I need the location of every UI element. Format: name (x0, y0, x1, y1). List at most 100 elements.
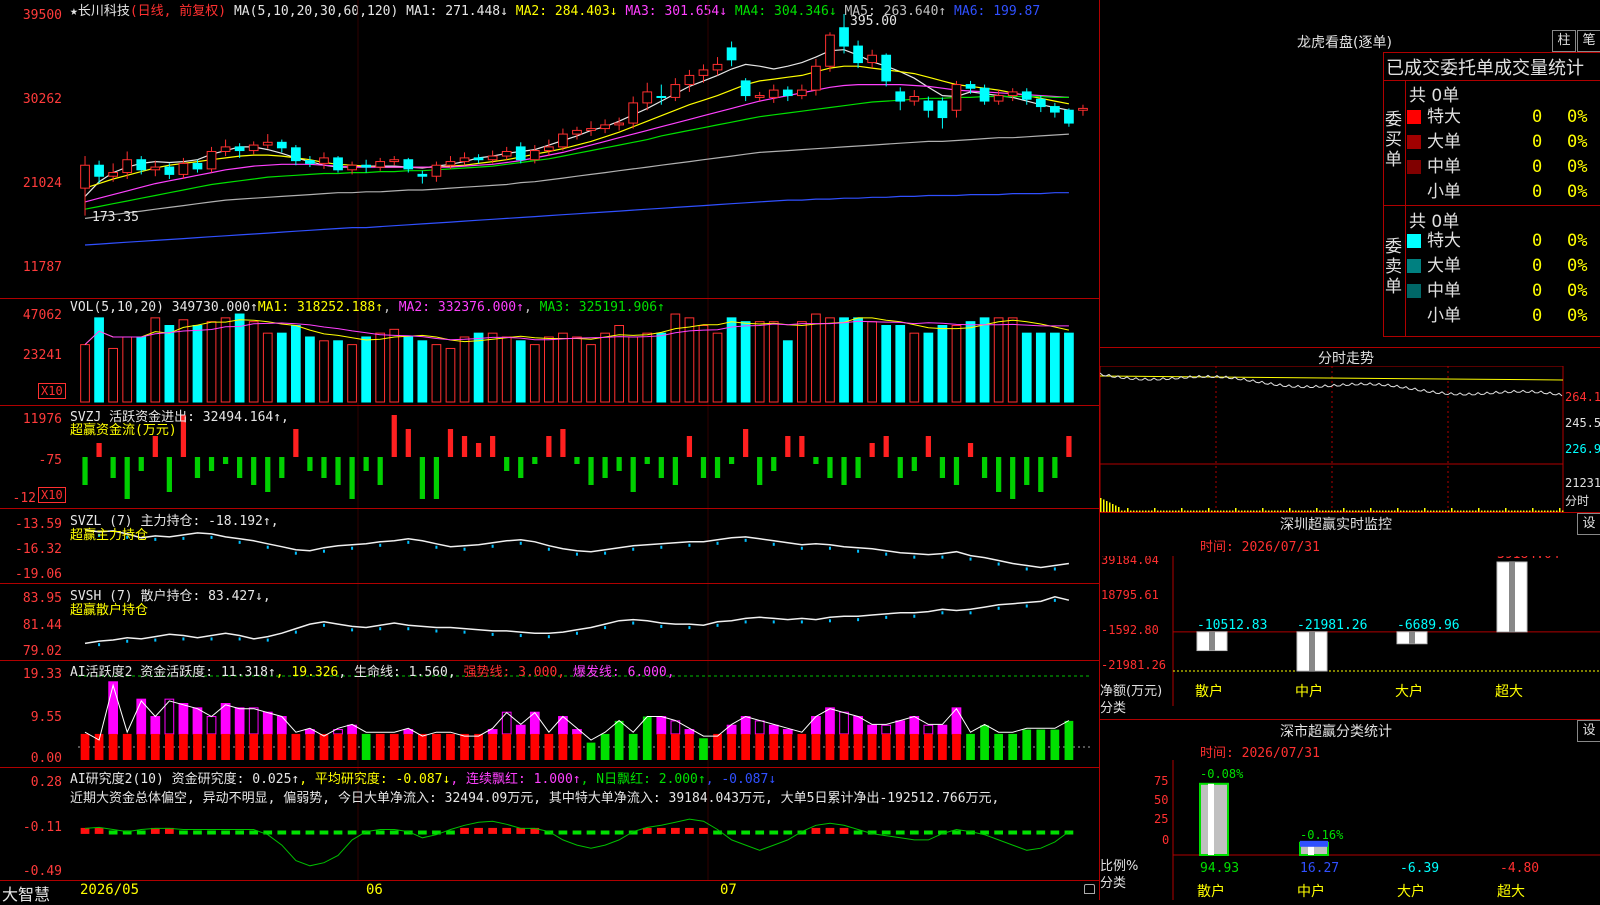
svzl-sub: 超赢主力持仓 (70, 528, 149, 543)
y-tick: 21024 (22, 176, 62, 191)
candle (262, 141, 273, 146)
candle (628, 102, 639, 124)
color-swatch-icon (1407, 234, 1421, 248)
class-value-label: -6.39 (1400, 861, 1439, 876)
candle (698, 69, 709, 76)
monitor-unit2: 分类 (1100, 701, 1127, 716)
y-tick: 47062 (22, 308, 62, 323)
class-settings-button[interactable]: 设 (1577, 720, 1600, 742)
monitor-y-tick: 39184.04 (1101, 556, 1159, 567)
candle (993, 95, 1004, 102)
minute-tick: 245.5 (1565, 416, 1600, 430)
monitor-title: 深圳超赢实时监控 (1280, 517, 1392, 533)
candle (94, 164, 104, 177)
order-count: 0 (1532, 256, 1543, 276)
order-pct: 0% (1567, 182, 1588, 202)
candle (220, 146, 231, 152)
order-type: 小单 (1427, 306, 1461, 326)
class-unit2: 分类 (1100, 876, 1127, 891)
minute-chart[interactable] (1100, 366, 1600, 512)
minute-volume-bar (1103, 499, 1105, 512)
y-tick: -0.11 (22, 820, 62, 835)
minute-volume-bar (1106, 501, 1108, 512)
candle (108, 172, 118, 177)
order-type: 中单 (1427, 281, 1461, 301)
candle (1035, 98, 1046, 108)
class-secondary-label: -0.08% (1200, 767, 1244, 781)
ai-research-red: , 连续飘红: 1.000↑ (450, 772, 581, 787)
y-tick: 39500 (22, 8, 62, 23)
candle (529, 150, 540, 161)
candle (614, 122, 624, 126)
monitor-settings-button[interactable]: 设 (1577, 513, 1600, 535)
candle (459, 157, 470, 163)
order-type: 特大 (1427, 107, 1461, 127)
order-pct: 0% (1567, 107, 1588, 127)
order-pct: 0% (1567, 231, 1588, 251)
candle (417, 173, 428, 177)
vol-header: VOL(5,10,20) 349730.000↑MA1: 318252.188↑… (70, 300, 665, 315)
candle (825, 34, 835, 67)
vol-ma2: MA2: 332376.000↑ (398, 300, 524, 315)
minute-unit: 分时 (1565, 494, 1590, 508)
order-type: 小单 (1427, 182, 1461, 202)
monitor-category-label: 散户 (1195, 683, 1223, 700)
monitor-time: 时间: 2026/07/31 (1200, 540, 1320, 555)
y-tick: -75 (38, 453, 62, 468)
candle (797, 89, 807, 97)
y-tick: 0.28 (30, 775, 62, 790)
candle (684, 74, 695, 86)
candle (389, 159, 400, 163)
y-tick: 79.02 (22, 644, 62, 659)
candle (1050, 106, 1060, 113)
pen-view-button[interactable]: 笔 (1577, 30, 1600, 52)
column-view-button[interactable]: 柱 (1552, 30, 1576, 52)
class-chart: 75 50 25 0 -0.08% 94.93 散户 -0.16% 16.27 中户 -6.39 大户… (1154, 760, 1600, 900)
vol-unit-badge: X10 (38, 383, 66, 399)
minute-title: 分时走势 (1318, 351, 1374, 367)
candle (811, 65, 821, 91)
candle (754, 95, 765, 98)
candle (403, 159, 414, 170)
order-type: 特大 (1427, 231, 1461, 251)
order-type: 大单 (1427, 132, 1461, 152)
class-category-label: 大户 (1397, 883, 1425, 900)
color-swatch-icon (1407, 110, 1421, 124)
candle (670, 84, 681, 98)
buy-total: 共 0单 (1409, 86, 1460, 106)
monitor-bar-stripe (1509, 562, 1515, 632)
candle (361, 164, 371, 168)
color-swatch-icon (1407, 160, 1421, 174)
candle (136, 159, 147, 171)
svsh-sub: 超赢散户持仓 (70, 603, 149, 618)
candle (248, 144, 259, 152)
candle (895, 91, 906, 102)
candle (782, 89, 793, 97)
class-y-tick: 75 (1154, 774, 1168, 788)
candle (726, 47, 737, 61)
order-pct: 0% (1567, 132, 1588, 152)
candle (558, 133, 568, 148)
lock-icon[interactable] (1084, 884, 1095, 894)
class-y-tick: 25 (1154, 812, 1168, 826)
candle (586, 128, 596, 131)
vol-ma3: MA3: 325191.906↑ (539, 300, 665, 315)
lhb-title: 龙虎看盘(逐单) (1297, 35, 1392, 51)
candle (712, 63, 723, 71)
color-swatch-icon (1407, 259, 1421, 273)
candle (276, 141, 287, 149)
class-secondary-label: -0.16% (1300, 828, 1344, 842)
y-tick: 30262 (22, 92, 62, 107)
y-tick: -16.32 (15, 542, 62, 557)
class-y-tick: 0 (1162, 833, 1169, 847)
monitor-category-label: 超大 (1495, 684, 1523, 700)
candle (515, 146, 526, 161)
candle (544, 146, 554, 152)
candle (839, 27, 849, 47)
order-type: 中单 (1427, 157, 1461, 177)
ai-research-extra: , -0.087↓ (705, 772, 777, 787)
candle (333, 157, 343, 171)
sell-order-row: 大单 0 0% (1407, 254, 1600, 278)
minute-volume-bar (1112, 504, 1114, 512)
ai-activity-header: AI活跃度2 资金活跃度: 11.318↑, 19.326, 生命线: 1.56… (70, 661, 675, 680)
